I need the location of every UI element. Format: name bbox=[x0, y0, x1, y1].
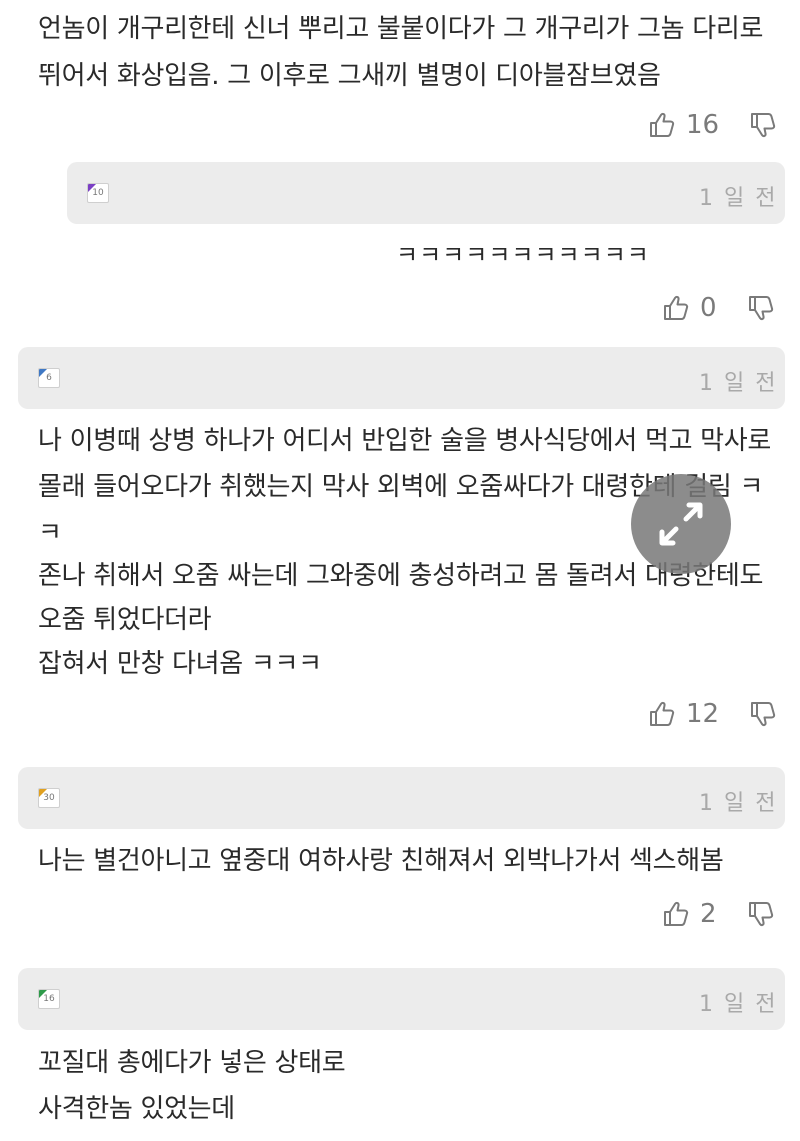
comment-time: 1 일 전 bbox=[699, 791, 778, 816]
vote-bar: 2 bbox=[662, 899, 775, 929]
like-count: 16 bbox=[686, 110, 720, 140]
comment-header: 6 1 일 전 bbox=[18, 347, 785, 409]
like-count: 0 bbox=[700, 293, 717, 323]
vote-bar: 12 bbox=[648, 699, 777, 729]
thumbs-up-icon[interactable] bbox=[648, 111, 676, 139]
like-count: 2 bbox=[700, 899, 717, 929]
comment-text-line: ㅋ bbox=[38, 518, 62, 548]
thumbs-up-icon[interactable] bbox=[662, 294, 690, 322]
user-level-badge: 30 bbox=[38, 788, 60, 808]
thumbs-up-icon[interactable] bbox=[648, 700, 676, 728]
user-level-badge: 10 bbox=[87, 183, 109, 203]
user-level-badge: 16 bbox=[38, 989, 60, 1009]
vote-bar: 0 bbox=[662, 293, 775, 323]
comment-text-line: 잡혀서 만창 다녀옴 ㅋㅋㅋ bbox=[38, 649, 322, 679]
thumbs-down-icon[interactable] bbox=[749, 111, 777, 139]
thumbs-up-icon[interactable] bbox=[662, 900, 690, 928]
comment-time: 1 일 전 bbox=[699, 992, 778, 1017]
thumbs-down-icon[interactable] bbox=[749, 700, 777, 728]
comment-text-line: 나 이병때 상병 하나가 어디서 반입한 술을 병사식당에서 먹고 막사로 bbox=[38, 426, 772, 456]
comment-time: 1 일 전 bbox=[699, 371, 778, 396]
comment-header: 30 1 일 전 bbox=[18, 767, 785, 829]
user-level-badge: 6 bbox=[38, 368, 60, 388]
comment-text-line: 사격한놈 있었는데 bbox=[38, 1094, 235, 1124]
comment-text-line: 언놈이 개구리한테 신너 뿌리고 불붙이다가 그 개구리가 그놈 다리로 bbox=[38, 14, 764, 44]
like-count: 12 bbox=[686, 699, 720, 729]
vote-bar: 16 bbox=[648, 110, 777, 140]
comment-text-line: 뛰어서 화상입음. 그 이후로 그새끼 별명이 디아블잠브였음 bbox=[38, 61, 661, 91]
comment-header: 10 1 일 전 bbox=[67, 162, 785, 224]
comment-text-line: 오줌 튀었다더라 bbox=[38, 605, 212, 635]
comment-time: 1 일 전 bbox=[699, 186, 778, 211]
comment-text-line: ㅋㅋㅋㅋㅋㅋㅋㅋㅋㅋㅋ bbox=[396, 241, 650, 269]
comment-text-line: 꼬질대 총에다가 넣은 상태로 bbox=[38, 1048, 346, 1078]
thumbs-down-icon[interactable] bbox=[747, 294, 775, 322]
thumbs-down-icon[interactable] bbox=[747, 900, 775, 928]
comment-text-line: 나는 별건아니고 옆중대 여하사랑 친해져서 외박나가서 섹스해봄 bbox=[38, 846, 724, 876]
comment-header: 16 1 일 전 bbox=[18, 968, 785, 1030]
expand-arrows-icon[interactable] bbox=[631, 474, 731, 574]
